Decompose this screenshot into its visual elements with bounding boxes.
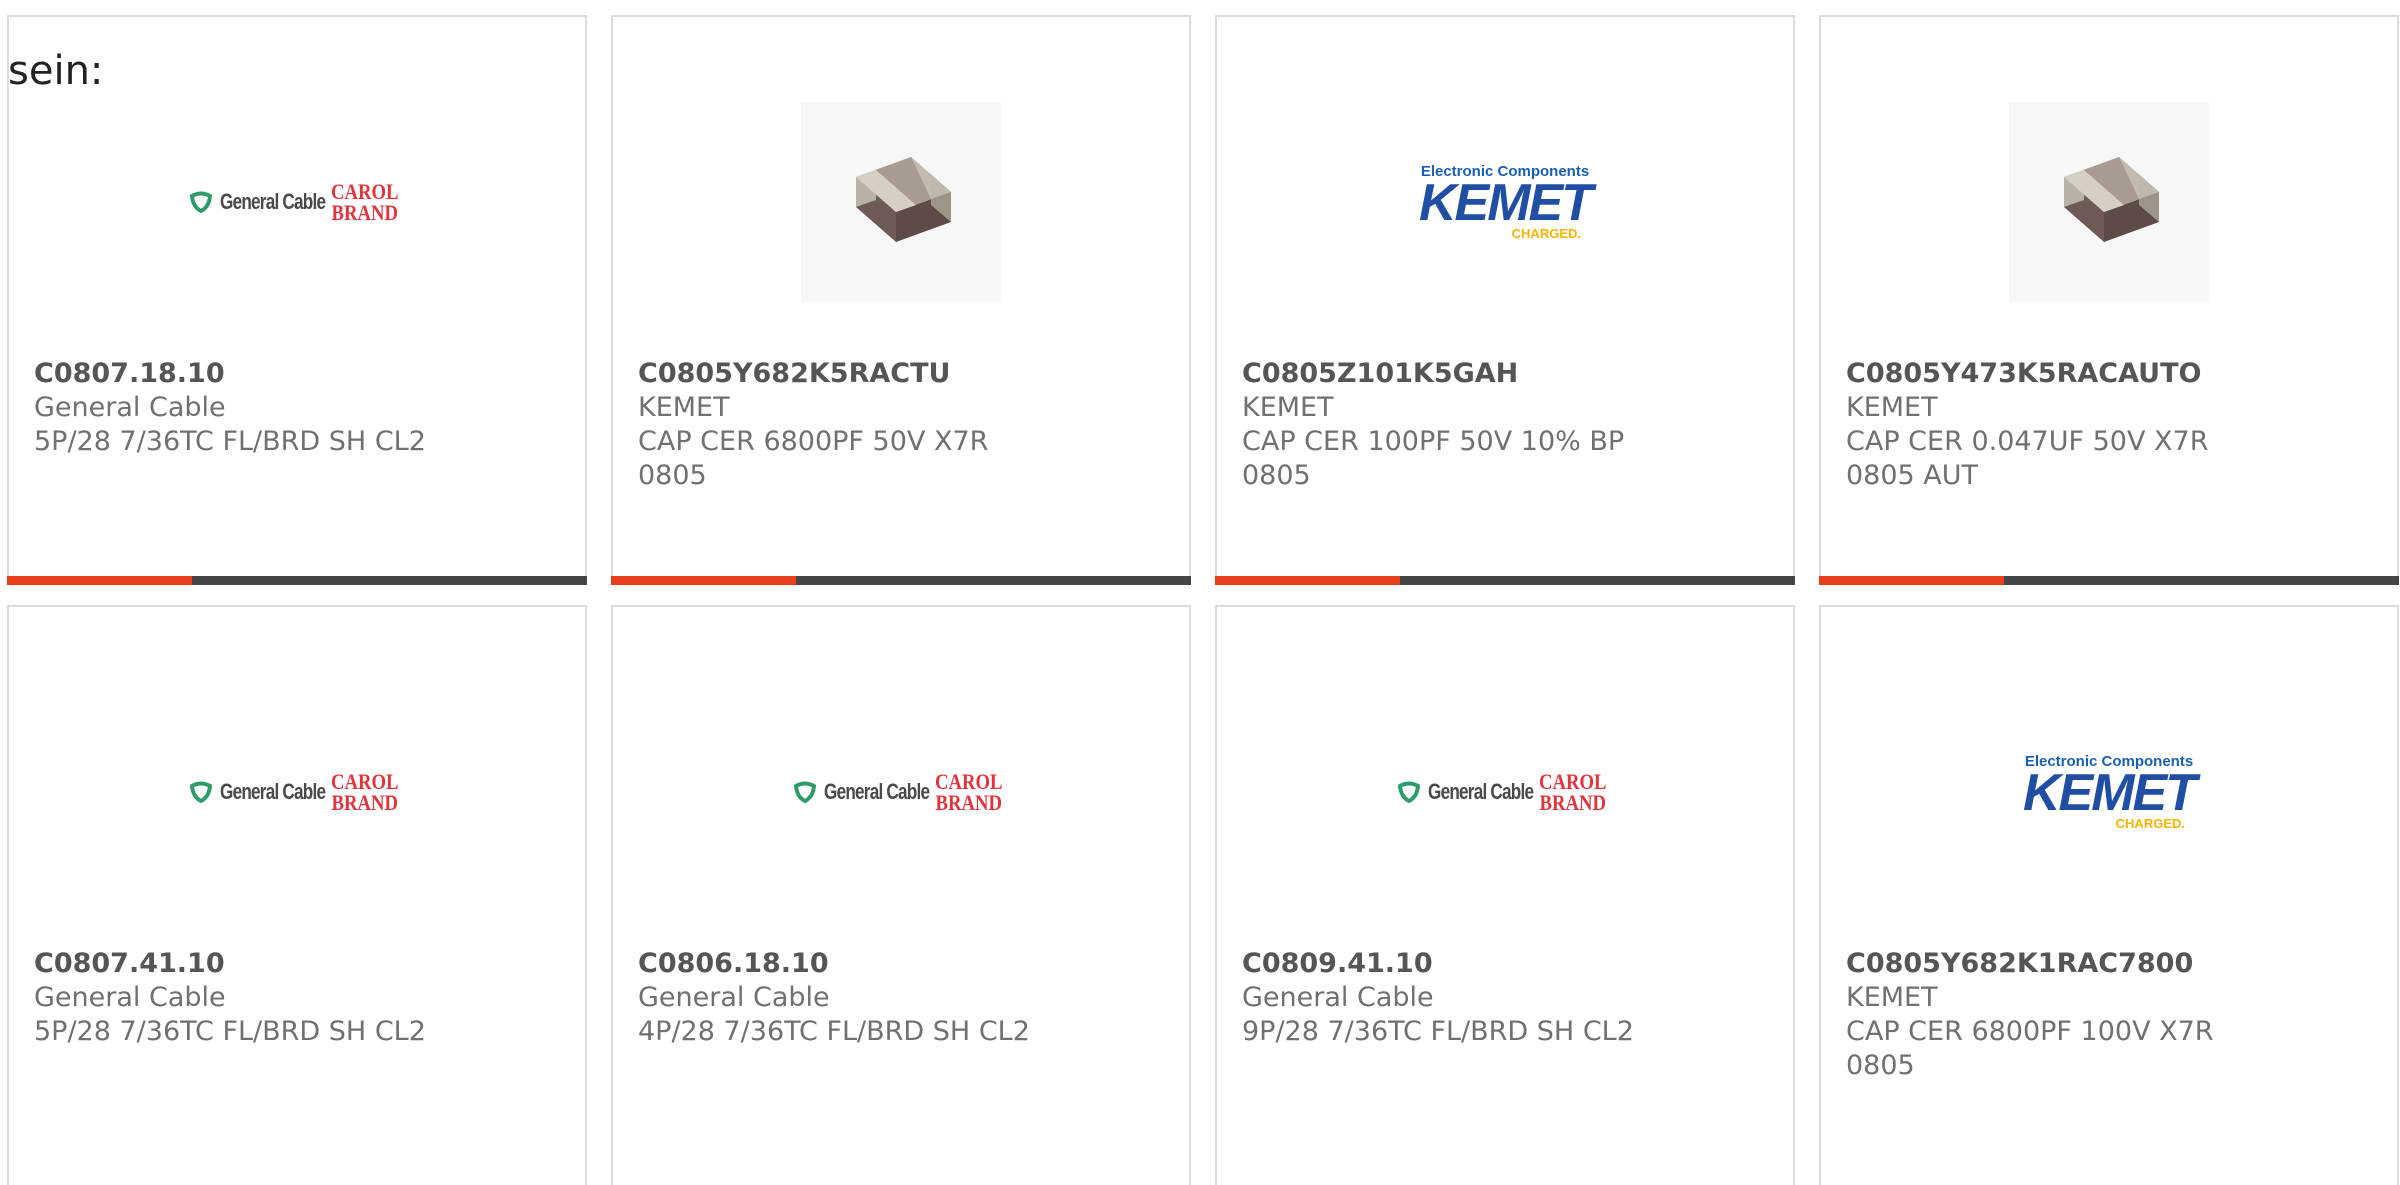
- general-cable-mark-icon: [189, 191, 212, 213]
- description: 5P/28 7/36TC FL/BRD SH CL2: [34, 1016, 426, 1047]
- description: CAP CER 6800PF 100V X7R 0805: [1846, 1016, 2214, 1081]
- product-card[interactable]: General Cable CAROL BRAND C0809.41.10 Gen…: [1215, 605, 1795, 1185]
- card-bar: [7, 576, 587, 585]
- general-cable-mark-icon: [189, 781, 212, 803]
- general-cable-logo: General Cable CAROL BRAND: [793, 769, 1008, 815]
- description: CAP CER 6800PF 50V X7R 0805: [638, 426, 989, 491]
- general-cable-logo: General Cable CAROL BRAND: [189, 769, 404, 815]
- product-card[interactable]: C0805Y682K5RACTU KEMET CAP CER 6800PF 50…: [611, 15, 1191, 585]
- description: 9P/28 7/36TC FL/BRD SH CL2: [1242, 1016, 1634, 1047]
- capacitor-icon: [2064, 157, 2159, 242]
- carol-brand-logo: CAROL BRAND: [330, 179, 399, 225]
- capacitor-chip-image: [2009, 102, 2209, 302]
- general-cable-logo: General Cable CAROL BRAND: [189, 179, 404, 225]
- manufacturer: General Cable: [34, 392, 226, 423]
- product-card[interactable]: Electronic Components KEMET CHARGED. C08…: [1819, 605, 2399, 1185]
- product-card[interactable]: General Cable CAROL BRAND C0807.18.10 Gen…: [7, 15, 587, 585]
- carol-brand-logo: CAROL BRAND: [330, 769, 399, 815]
- card-bar-accent: [611, 576, 796, 585]
- part-number[interactable]: C0806.18.10: [638, 947, 1058, 981]
- part-number[interactable]: C0805Y473K5RACAUTO: [1846, 357, 2266, 391]
- card-bar-accent: [1819, 576, 2004, 585]
- card-bar: [1215, 576, 1795, 585]
- general-cable-mark-icon: [793, 781, 816, 803]
- part-number[interactable]: C0807.41.10: [34, 947, 454, 981]
- product-card[interactable]: Electronic Components KEMET CHARGED. C08…: [1215, 15, 1795, 585]
- product-image: General Cable CAROL BRAND: [9, 77, 585, 327]
- part-number[interactable]: C0807.18.10: [34, 357, 454, 391]
- product-image: General Cable CAROL BRAND: [9, 667, 585, 917]
- card-bar: [611, 576, 1191, 585]
- manufacturer: General Cable: [1242, 982, 1434, 1013]
- general-cable-mark-icon: [1397, 781, 1420, 803]
- product-image: Electronic Components KEMET CHARGED.: [1217, 77, 1793, 327]
- product-card[interactable]: General Cable CAROL BRAND C0807.41.10 Gen…: [7, 605, 587, 1185]
- manufacturer: KEMET: [1846, 982, 1938, 1013]
- product-image: Electronic Components KEMET CHARGED.: [1821, 667, 2397, 917]
- product-image: [613, 77, 1189, 327]
- manufacturer: General Cable: [638, 982, 830, 1013]
- card-bar: [1819, 576, 2399, 585]
- logo-text: General Cable: [219, 189, 326, 214]
- product-image: General Cable CAROL BRAND: [613, 667, 1189, 917]
- carol-brand-logo: CAROL BRAND: [1538, 769, 1607, 815]
- logo-text: General Cable: [823, 779, 930, 804]
- logo-text: General Cable: [219, 779, 326, 804]
- kemet-logo: Electronic Components KEMET CHARGED.: [1419, 163, 1593, 241]
- kemet-logo: Electronic Components KEMET CHARGED.: [2023, 753, 2197, 831]
- general-cable-logo: General Cable CAROL BRAND: [1397, 769, 1612, 815]
- product-card[interactable]: General Cable CAROL BRAND C0806.18.10 Gen…: [611, 605, 1191, 1185]
- capacitor-chip-image: [801, 102, 1001, 302]
- part-number[interactable]: C0809.41.10: [1242, 947, 1662, 981]
- product-image: [1821, 77, 2397, 327]
- description: 4P/28 7/36TC FL/BRD SH CL2: [638, 1016, 1030, 1047]
- product-image: General Cable CAROL BRAND: [1217, 667, 1793, 917]
- product-grid: General Cable CAROL BRAND C0807.18.10 Gen…: [0, 0, 2400, 1185]
- card-bar-accent: [1215, 576, 1400, 585]
- manufacturer: General Cable: [34, 982, 226, 1013]
- description: CAP CER 100PF 50V 10% BP 0805: [1242, 426, 1625, 491]
- description: CAP CER 0.047UF 50V X7R 0805 AUT: [1846, 426, 2209, 491]
- part-number[interactable]: C0805Y682K5RACTU: [638, 357, 1058, 391]
- card-bar-accent: [7, 576, 192, 585]
- carol-brand-logo: CAROL BRAND: [934, 769, 1003, 815]
- manufacturer: KEMET: [638, 392, 730, 423]
- capacitor-icon: [856, 157, 951, 242]
- manufacturer: KEMET: [1846, 392, 1938, 423]
- part-number[interactable]: C0805Y682K1RAC7800: [1846, 947, 2266, 981]
- part-number[interactable]: C0805Z101K5GAH: [1242, 357, 1662, 391]
- product-card[interactable]: C0805Y473K5RACAUTO KEMET CAP CER 0.047UF…: [1819, 15, 2399, 585]
- manufacturer: KEMET: [1242, 392, 1334, 423]
- description: 5P/28 7/36TC FL/BRD SH CL2: [34, 426, 426, 457]
- logo-text: General Cable: [1427, 779, 1534, 804]
